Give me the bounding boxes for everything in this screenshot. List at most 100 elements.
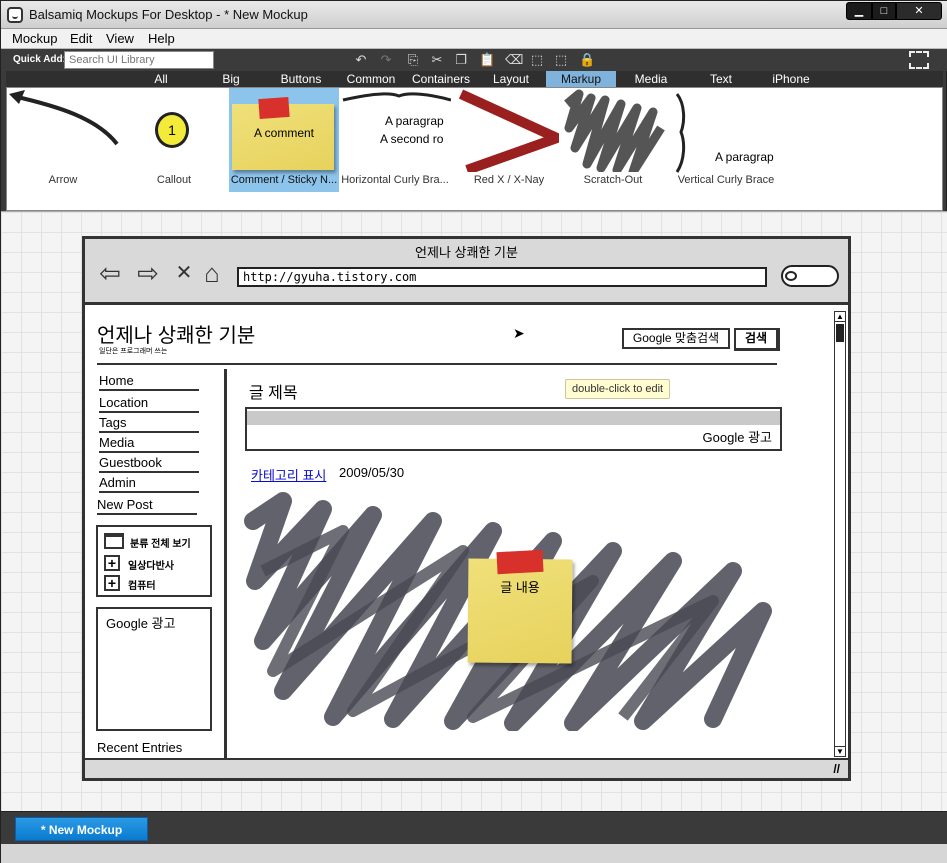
vertical-brace-icon <box>675 93 686 173</box>
library-item-callout[interactable]: 1 Callout <box>119 88 229 192</box>
tree-root[interactable]: 분류 전체 보기 <box>130 535 191 550</box>
paste-icon[interactable]: 📋 <box>479 52 495 68</box>
eraser-icon[interactable]: ⌫ <box>505 52 523 68</box>
library-item-arrow[interactable]: Arrow <box>7 88 119 192</box>
quick-add-search-input[interactable] <box>64 51 214 69</box>
arrow-icon <box>9 90 119 146</box>
tab-all[interactable]: All <box>126 71 196 87</box>
header-divider <box>97 363 777 365</box>
post-title: 글 제목 <box>249 385 298 402</box>
nav-admin[interactable]: Admin <box>99 475 199 493</box>
menu-view[interactable]: View <box>106 31 134 46</box>
nav-media[interactable]: Media <box>99 435 199 453</box>
group-icon[interactable]: ⬚ <box>529 52 545 68</box>
search-icon <box>785 271 797 281</box>
tab-big[interactable]: Big <box>196 71 266 87</box>
category-tree: 분류 전체 보기 + 일상다반사 + 컴퓨터 <box>96 525 212 597</box>
site-subtitle: 일단은 프로그래머 쓰는 <box>99 348 168 355</box>
home-icon[interactable]: ⌂ <box>197 260 227 286</box>
category-link[interactable]: 카테고리 표시 <box>251 465 326 484</box>
browser-status-bar: // <box>85 758 848 778</box>
quick-add-label: Quick Add: <box>13 54 66 65</box>
forward-arrow-icon[interactable]: ⇨ <box>133 260 163 286</box>
new-mockup-tab[interactable]: * New Mockup <box>15 817 148 841</box>
red-x-icon <box>459 89 559 172</box>
horizontal-brace-icon <box>342 92 451 102</box>
side-ad-label: Google 광고 <box>106 616 176 631</box>
library-item-label: Red X / X-Nay <box>473 174 545 186</box>
library-item-red-x[interactable]: Red X / X-Nay <box>459 88 559 192</box>
toolbar: Quick Add: ↶ ↷ ⎘ ✂ ❐ 📋 ⌫ ⬚ ⬚ 🔒 <box>1 49 947 71</box>
menu-help[interactable]: Help <box>148 31 175 46</box>
fullscreen-icon[interactable] <box>909 51 929 69</box>
nav-location[interactable]: Location <box>99 395 199 413</box>
library-item-horizontal-curly-brace[interactable]: A paragrap A second ro Horizontal Curly … <box>339 88 451 192</box>
back-arrow-icon[interactable]: ⇦ <box>95 260 125 286</box>
tab-common[interactable]: Common <box>336 71 406 87</box>
tab-iphone[interactable]: iPhone <box>756 71 826 87</box>
minimize-button[interactable]: ▁ <box>846 2 872 20</box>
library-item-vertical-curly-brace[interactable]: A paragrap Vertical Curly Brace <box>667 88 785 192</box>
nav-home[interactable]: Home <box>99 373 199 391</box>
url-field[interactable]: http://gyuha.tistory.com <box>237 267 767 287</box>
tape-icon <box>258 96 290 120</box>
tab-text[interactable]: Text <box>686 71 756 87</box>
tab-media[interactable]: Media <box>616 71 686 87</box>
ungroup-icon[interactable]: ⬚ <box>553 52 569 68</box>
sidebar-divider <box>224 369 227 759</box>
comment-text: A comment <box>253 126 315 140</box>
expand-icon[interactable]: + <box>104 555 120 571</box>
bottom-strip <box>1 844 947 863</box>
paragraph-line-1: A paragrap <box>385 114 444 128</box>
tape-icon <box>496 549 544 575</box>
edit-tooltip: double-click to edit <box>565 379 671 399</box>
nav-new-post[interactable]: New Post <box>97 497 197 515</box>
library-item-label: Comment / Sticky N... <box>230 174 338 186</box>
nav-tags[interactable]: Tags <box>99 415 199 433</box>
scroll-down-icon[interactable]: ▼ <box>835 746 845 756</box>
title-bar: Balsamiq Mockups For Desktop - * New Moc… <box>1 1 947 29</box>
library-item-label: Scratch-Out <box>583 174 643 186</box>
tab-containers[interactable]: Containers <box>406 71 476 87</box>
library-item-label: Callout <box>156 174 192 186</box>
copy-icon[interactable]: ⎘ <box>405 52 421 68</box>
maximize-button[interactable]: □ <box>872 2 896 20</box>
redo-icon[interactable]: ↷ <box>378 52 394 68</box>
resize-grip-icon[interactable]: // <box>833 762 840 776</box>
search-button[interactable]: 검색 <box>734 328 780 351</box>
scrollbar[interactable]: ▲ ▼ <box>834 311 846 757</box>
top-ad-label: Google 광고 <box>702 430 772 445</box>
stop-icon[interactable]: ✕ <box>169 261 199 285</box>
expand-icon[interactable]: + <box>104 575 120 591</box>
app-window: Balsamiq Mockups For Desktop - * New Moc… <box>0 0 947 863</box>
duplicate-icon[interactable]: ❐ <box>453 52 469 68</box>
lock-icon[interactable]: 🔒 <box>579 52 595 68</box>
tab-layout[interactable]: Layout <box>476 71 546 87</box>
close-button[interactable]: ✕ <box>896 2 942 20</box>
tree-item-computer[interactable]: 컴퓨터 <box>128 577 156 592</box>
library-item-comment[interactable]: A comment Comment / Sticky N... <box>229 88 339 192</box>
sticky-note[interactable] <box>467 558 573 664</box>
undo-icon[interactable]: ↶ <box>353 52 369 68</box>
tab-buttons[interactable]: Buttons <box>266 71 336 87</box>
menu-edit[interactable]: Edit <box>70 31 92 46</box>
app-logo-icon <box>7 7 23 23</box>
library-item-scratch-out[interactable]: Scratch-Out <box>561 88 665 192</box>
menu-mockup[interactable]: Mockup <box>12 31 58 46</box>
library-item-label: Arrow <box>48 174 78 186</box>
nav-guestbook[interactable]: Guestbook <box>99 455 199 473</box>
scroll-up-icon[interactable]: ▲ <box>835 312 845 322</box>
browser-mockup[interactable]: 언제나 상쾌한 기분 ⇦ ⇨ ✕ ⌂ http://gyuha.tistory.… <box>82 236 851 781</box>
scratch-out-icon <box>564 89 665 172</box>
tab-markup[interactable]: Markup <box>546 71 616 87</box>
callout-icon: 1 <box>155 112 189 148</box>
top-ad-bar: Google 광고 <box>245 407 782 451</box>
sticky-note-text: 글 내용 <box>500 580 540 595</box>
paragraph-line: A paragrap <box>715 150 774 164</box>
scroll-thumb[interactable] <box>836 324 844 342</box>
cut-icon[interactable]: ✂ <box>429 52 445 68</box>
google-search-field[interactable]: Google 맞춤검색 <box>622 328 730 349</box>
library-item-label: Horizontal Curly Bra... <box>341 174 449 186</box>
tree-item-daily[interactable]: 일상다반사 <box>128 557 174 572</box>
library-tabs: All Big Buttons Common Containers Layout… <box>6 71 943 87</box>
